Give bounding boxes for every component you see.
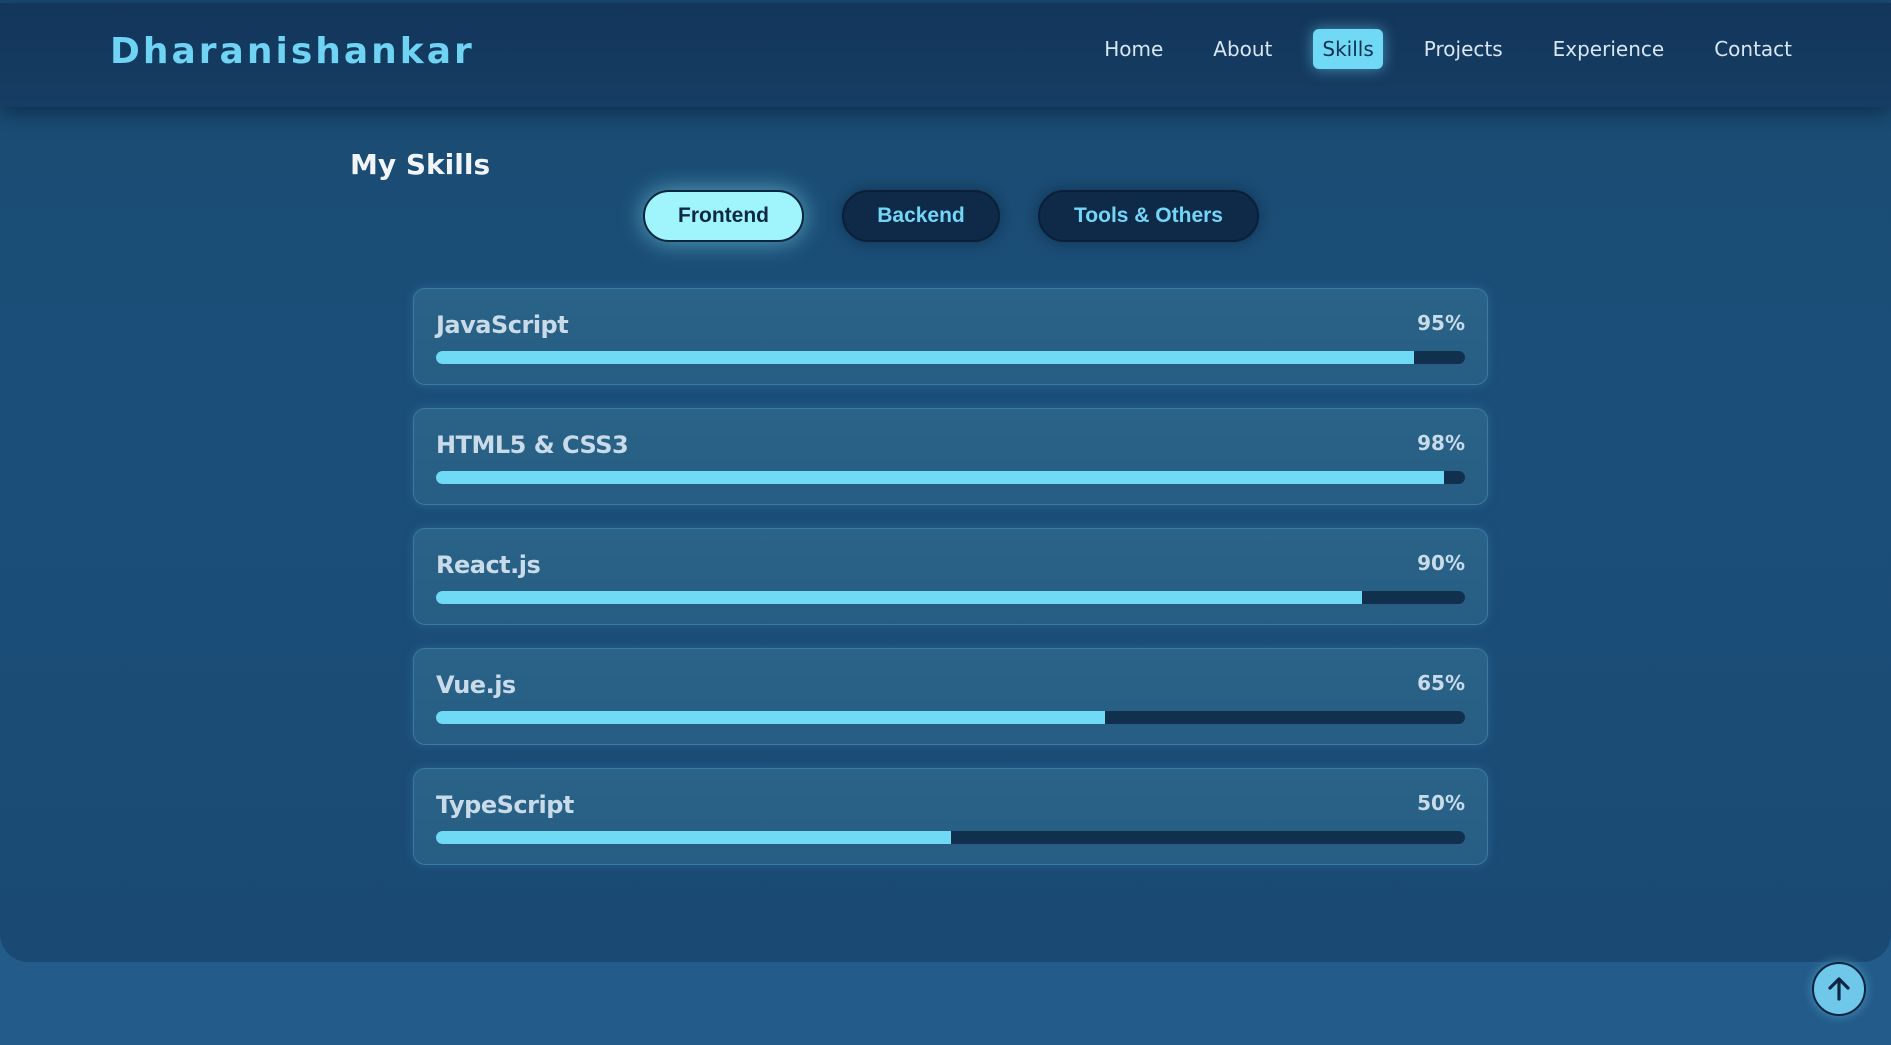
progress-fill	[436, 711, 1105, 724]
nav-links: Home About Skills Projects Experience Co…	[1079, 29, 1817, 69]
skill-name: Vue.js	[436, 671, 516, 699]
progress-track	[436, 831, 1465, 844]
skill-percent: 90%	[1417, 551, 1465, 575]
progress-fill	[436, 351, 1414, 364]
skill-card-typescript: TypeScript 50%	[413, 768, 1488, 865]
progress-track	[436, 471, 1465, 484]
skill-percent: 65%	[1417, 671, 1465, 695]
tab-tools-others[interactable]: Tools & Others	[1038, 190, 1259, 242]
skill-name: TypeScript	[436, 791, 574, 819]
tab-backend[interactable]: Backend	[842, 190, 1000, 242]
tab-frontend[interactable]: Frontend	[643, 190, 804, 242]
skills-list: JavaScript 95% HTML5 & CSS3 98% React.js…	[413, 288, 1488, 888]
navbar: Dharanishankar Home About Skills Project…	[0, 3, 1891, 107]
progress-fill	[436, 591, 1363, 604]
nav-link-contact[interactable]: Contact	[1705, 29, 1801, 69]
skill-card-javascript: JavaScript 95%	[413, 288, 1488, 385]
progress-track	[436, 711, 1465, 724]
skill-percent: 95%	[1417, 311, 1465, 335]
scroll-to-top-button[interactable]	[1812, 962, 1866, 1016]
skill-card-html-css: HTML5 & CSS3 98%	[413, 408, 1488, 505]
skill-category-tabs: Frontend Backend Tools & Others	[643, 190, 1259, 242]
skill-name: HTML5 & CSS3	[436, 431, 629, 459]
brand-logo[interactable]: Dharanishankar	[110, 31, 475, 72]
nav-link-about[interactable]: About	[1204, 29, 1281, 69]
progress-fill	[436, 471, 1445, 484]
skill-percent: 98%	[1417, 431, 1465, 455]
skill-name: JavaScript	[436, 311, 569, 339]
nav-link-experience[interactable]: Experience	[1544, 29, 1674, 69]
nav-link-projects[interactable]: Projects	[1415, 29, 1512, 69]
progress-fill	[436, 831, 951, 844]
skill-percent: 50%	[1417, 791, 1465, 815]
nav-link-skills[interactable]: Skills	[1313, 29, 1383, 69]
skill-name: React.js	[436, 551, 541, 579]
progress-track	[436, 351, 1465, 364]
skill-card-vue: Vue.js 65%	[413, 648, 1488, 745]
arrow-up-icon	[1828, 977, 1850, 1001]
section-title: My Skills	[350, 148, 491, 181]
progress-track	[436, 591, 1465, 604]
skill-card-react: React.js 90%	[413, 528, 1488, 625]
nav-link-home[interactable]: Home	[1095, 29, 1172, 69]
